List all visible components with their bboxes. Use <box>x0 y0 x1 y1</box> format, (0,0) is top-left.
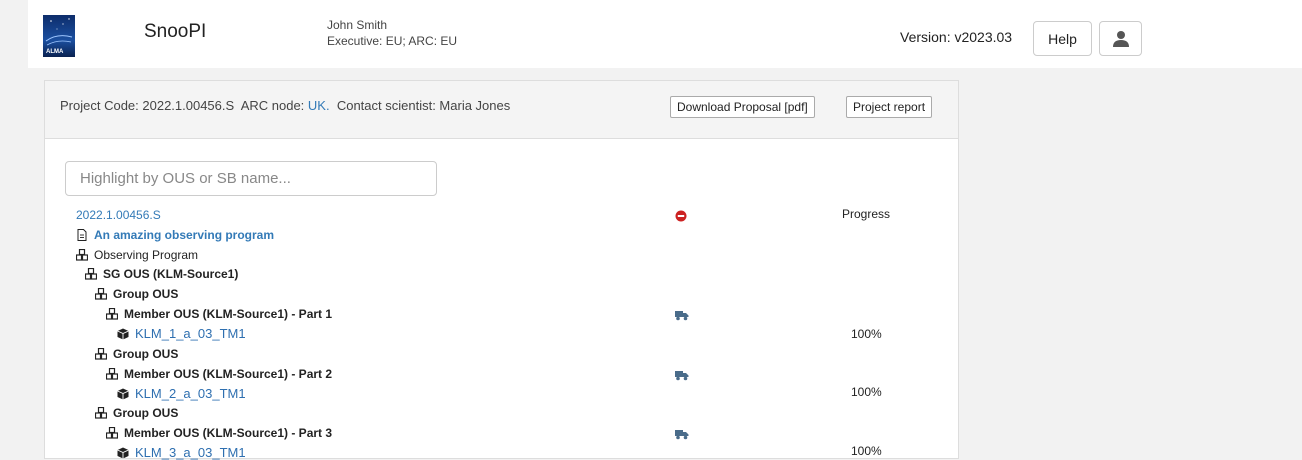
sb-link[interactable]: KLM_3_a_03_TM1 <box>135 445 246 460</box>
logo-text: ALMA <box>46 49 64 55</box>
cubes-icon <box>106 308 118 320</box>
user-icon <box>1112 30 1129 47</box>
truck-icon[interactable] <box>675 429 689 440</box>
progress-header: Progress <box>842 207 891 221</box>
project-report-button[interactable]: Project report <box>846 96 933 118</box>
progress-value: 100% <box>851 385 882 399</box>
user-name: John Smith <box>327 18 388 32</box>
observing-program-label: Observing Program <box>94 248 199 262</box>
tree-member-ous-3[interactable]: Member OUS (KLM-Source1) - Part 3 <box>106 426 332 440</box>
project-code: Project Code: 2022.1.00456.S <box>60 98 235 113</box>
progress-value: 100% <box>851 327 882 341</box>
tree-group-ous[interactable]: Group OUS <box>95 347 178 361</box>
tree-member-ous-1[interactable]: Member OUS (KLM-Source1) - Part 1 <box>106 307 332 321</box>
download-proposal-button[interactable]: Download Proposal [pdf] <box>670 96 815 118</box>
arc-node-link[interactable]: UK. <box>308 98 330 113</box>
progress-value: 100% <box>851 444 882 458</box>
tree-member-ous-2[interactable]: Member OUS (KLM-Source1) - Part 2 <box>106 367 332 381</box>
group-ous-label: Group OUS <box>113 287 179 301</box>
cubes-icon <box>95 288 107 300</box>
contact-scientist: Contact scientist: Maria Jones <box>336 98 511 113</box>
cube-icon <box>117 447 129 458</box>
user-info: John Smith Executive: EU; ARC: EU <box>327 17 457 49</box>
truck-icon[interactable] <box>675 310 689 321</box>
arc-node-label: ARC node: <box>240 98 305 113</box>
project-summary: Project Code: 2022.1.00456.S ARC node: U… <box>60 98 510 113</box>
project-header: Project Code: 2022.1.00456.S ARC node: U… <box>45 81 958 139</box>
cube-icon <box>117 328 129 339</box>
tree-project-code[interactable]: 2022.1.00456.S <box>76 208 161 222</box>
cubes-icon <box>106 368 118 380</box>
help-button[interactable]: Help <box>1033 21 1092 56</box>
cubes-icon <box>95 407 107 419</box>
cubes-icon <box>85 268 97 280</box>
proposal-title-link[interactable]: An amazing observing program <box>94 228 274 242</box>
member-ous-label: Member OUS (KLM-Source1) - Part 2 <box>124 367 333 381</box>
app-header: ALMA SnooPI John Smith Executive: EU; AR… <box>28 0 1302 68</box>
cubes-icon <box>76 249 88 261</box>
user-menu-button[interactable] <box>1099 21 1142 56</box>
tree-group-ous[interactable]: Group OUS <box>95 287 178 301</box>
sg-ous-label: SG OUS (KLM-Source1) <box>103 267 239 281</box>
project-code-link[interactable]: 2022.1.00456.S <box>76 208 161 222</box>
truck-icon[interactable] <box>675 370 689 381</box>
tree-sb-2[interactable]: KLM_2_a_03_TM1 <box>117 386 246 401</box>
cubes-icon <box>106 427 118 439</box>
sb-link[interactable]: KLM_2_a_03_TM1 <box>135 386 246 401</box>
group-ous-label: Group OUS <box>113 347 179 361</box>
tree-observing-program[interactable]: Observing Program <box>76 248 198 262</box>
member-ous-label: Member OUS (KLM-Source1) - Part 3 <box>124 426 333 440</box>
tree-sb-3[interactable]: KLM_3_a_03_TM1 <box>117 445 246 460</box>
tree-sb-1[interactable]: KLM_1_a_03_TM1 <box>117 326 246 341</box>
app-name[interactable]: SnooPI <box>144 21 206 43</box>
highlight-search-input[interactable] <box>65 161 437 196</box>
minus-circle-icon[interactable] <box>675 210 687 222</box>
version-label: Version: v2023.03 <box>900 29 1013 45</box>
alma-logo[interactable]: ALMA <box>43 15 75 57</box>
cube-icon <box>117 388 129 399</box>
member-ous-label: Member OUS (KLM-Source1) - Part 1 <box>124 307 333 321</box>
group-ous-label: Group OUS <box>113 406 179 420</box>
sb-link[interactable]: KLM_1_a_03_TM1 <box>135 326 246 341</box>
document-icon <box>77 229 87 241</box>
tree-group-ous[interactable]: Group OUS <box>95 406 178 420</box>
tree-proposal[interactable]: An amazing observing program <box>76 228 274 242</box>
tree-sg-ous[interactable]: SG OUS (KLM-Source1) <box>85 267 238 281</box>
user-role: Executive: EU; ARC: EU <box>327 34 458 48</box>
project-panel: Project Code: 2022.1.00456.S ARC node: U… <box>44 80 959 460</box>
cubes-icon <box>95 348 107 360</box>
